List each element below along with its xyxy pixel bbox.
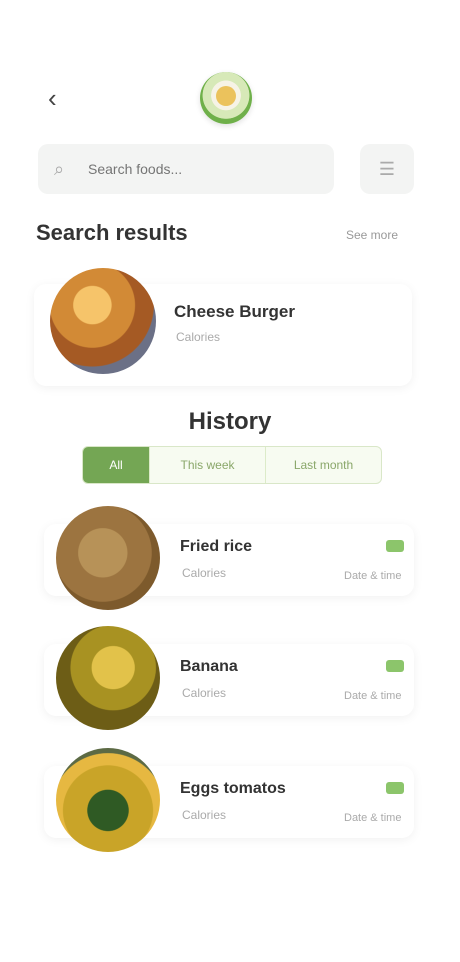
history-title: History [188,408,272,435]
history-item-date: Date & time [344,570,402,582]
result-title: Cheese Burger [174,302,295,321]
tab-all[interactable]: All [83,447,150,483]
eggs-tomatos-image [56,748,160,852]
search-input[interactable] [86,160,320,178]
tab-this-week[interactable]: This week [150,447,266,483]
history-tabs: All This week Last month [82,446,382,484]
search-results-title: Search results [36,220,188,245]
history-item-subtitle: Calories [182,686,227,700]
history-item-title: Banana [180,658,238,675]
status-badge [386,782,404,794]
banana-image [56,626,160,730]
history-item-date: Date & time [344,690,402,702]
filter-button[interactable]: ☰ [360,144,414,194]
history-item-subtitle: Calories [182,808,227,822]
burger-image [50,268,156,374]
back-arrow-icon[interactable]: ‹ [48,84,72,112]
tab-last-month[interactable]: Last month [266,447,381,483]
status-badge [386,540,404,552]
status-badge [386,660,404,672]
search-icon: ⌕ [54,159,65,179]
search-bar[interactable]: ⌕ [38,144,334,194]
fried-rice-image [56,506,160,610]
result-subtitle: Calories [176,330,221,344]
see-more-link[interactable]: See more [346,228,398,242]
history-item-date: Date & time [344,812,402,824]
history-item-title: Fried rice [180,538,253,555]
app-logo-icon [200,72,252,124]
history-item-title: Eggs tomatos [180,780,286,797]
filter-icon: ☰ [378,158,396,179]
history-item-subtitle: Calories [182,566,227,580]
